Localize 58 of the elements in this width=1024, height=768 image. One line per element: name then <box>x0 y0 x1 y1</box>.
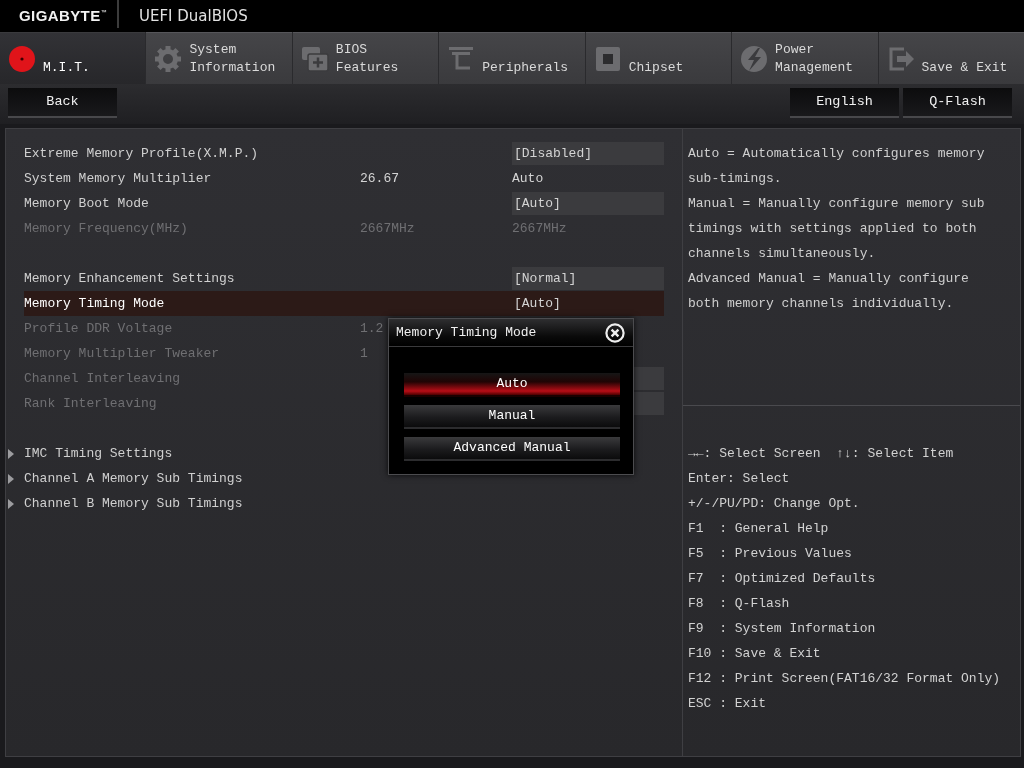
key-hint: ↑↓: Select Item <box>836 445 954 463</box>
setting-value: 1.2 <box>360 319 384 338</box>
key-hint: F12 : Print Screen(FAT16/32 Format Only) <box>688 670 1001 688</box>
connector-icon <box>447 44 476 73</box>
gear-icon <box>154 44 183 73</box>
triangle-icon <box>8 448 14 459</box>
key-hint: F9 : System Information <box>688 620 876 638</box>
option-button[interactable]: Auto <box>404 373 620 397</box>
submenu-item[interactable]: Channel B Memory Sub Timings <box>24 493 243 514</box>
setting-label[interactable]: Memory Boot Mode <box>24 193 149 214</box>
option-button[interactable]: Advanced Manual <box>404 437 620 461</box>
option-button[interactable]: Manual <box>404 405 620 429</box>
key-hint: +/-/PU/PD: Change Opt. <box>688 495 860 513</box>
card-plus-icon <box>300 44 329 73</box>
dialog-title: Memory Timing Mode <box>396 323 537 342</box>
chip-icon <box>593 44 622 73</box>
setting-label[interactable]: System Memory Multiplier <box>24 168 212 189</box>
key-hint: F8 : Q-Flash <box>688 595 790 613</box>
tab[interactable]: System Information <box>146 32 292 84</box>
bios-title: UEFI DualBIOS <box>138 5 248 27</box>
brand-logo: GIGABYTE$^{™}$ <box>19 5 107 26</box>
submenu-item[interactable]: Channel A Memory Sub Timings <box>24 468 243 489</box>
tab[interactable]: Chipset <box>585 32 732 84</box>
help-text: Advanced Manual = Manually configure both memory channels individually. <box>688 270 970 313</box>
submenu-item[interactable]: IMC Timing Settings <box>24 443 173 464</box>
triangle-icon <box>8 498 14 509</box>
key-hint: F1 : General Help <box>688 520 829 538</box>
setting-value: 2667MHz <box>512 219 567 238</box>
key-hint: F7 : Optimized Defaults <box>688 570 876 588</box>
key-hint: ESC : Exit <box>688 695 766 713</box>
toolbar-button[interactable]: Q-Flash <box>903 88 1012 118</box>
help-text: Auto = Automatically configures memory sub-timings. <box>688 145 986 188</box>
key-hint: F5 : Previous Values <box>688 545 852 563</box>
tab[interactable]: BIOS Features <box>292 32 439 84</box>
setting-value: 26.67 <box>360 169 399 188</box>
help-text: Manual = Manually configure memory sub timings with settings applied to both channels simultaneously. <box>688 195 986 263</box>
option-field[interactable]: [Normal] <box>512 267 664 290</box>
key-hint: →←: Select Screen <box>688 445 821 463</box>
close-icon[interactable] <box>605 322 625 343</box>
option-field[interactable]: [Auto] <box>512 192 664 215</box>
lightning-icon <box>740 44 769 73</box>
toolbar-button[interactable]: English <box>790 88 899 118</box>
setting-value: 1 <box>360 344 368 363</box>
option-field[interactable]: [Auto] <box>512 292 664 315</box>
setting-label[interactable]: Memory Timing Mode <box>24 293 165 314</box>
tab[interactable]: Peripherals <box>439 32 585 84</box>
triangle-icon <box>8 473 14 484</box>
setting-label[interactable]: Memory Enhancement Settings <box>24 268 235 289</box>
disc-icon <box>8 44 36 73</box>
setting-label[interactable]: Extreme Memory Profile(X.M.P.) <box>24 143 259 164</box>
key-hint: F10 : Save & Exit <box>688 645 821 663</box>
toolbar-button[interactable]: Back <box>8 88 117 118</box>
key-hint: Enter: Select <box>688 470 790 488</box>
setting-value: 2667MHz <box>360 219 415 238</box>
option-field[interactable]: [Disabled] <box>512 142 664 165</box>
tab[interactable]: Power Management <box>732 32 878 84</box>
setting-value: Auto <box>512 169 544 188</box>
tab[interactable]: Save & Exit <box>878 32 1024 84</box>
